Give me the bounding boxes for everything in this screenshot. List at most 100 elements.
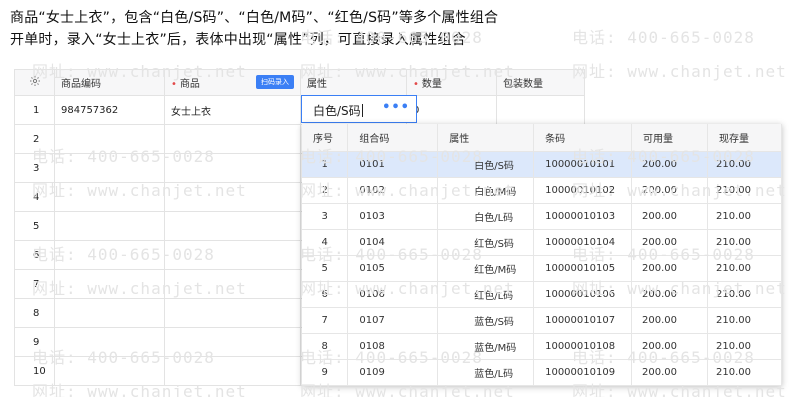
product-cell[interactable] [164,153,301,183]
attribute-option-row[interactable]: 6 0106 红色/L码 10000010106 200.00 210.00 [302,281,783,308]
product-cell[interactable] [164,269,301,299]
product-cell[interactable] [164,240,301,270]
more-options-icon[interactable]: ••• [382,100,410,115]
available-qty-cell: 200.00 [631,359,708,386]
seq-cell: 5 [302,255,349,282]
watermark: 电话: 400-665-0028 网址: www.chanjet.net [572,24,787,82]
stock-qty-cell: 210.00 [707,229,783,256]
seq-cell: 8 [302,333,349,360]
product-cell[interactable] [164,124,301,154]
product-code-cell[interactable] [54,182,165,212]
seq-cell: 1 [302,151,349,178]
row-number: 1 [14,95,55,125]
attribute-cell: 白色/S码 [437,151,535,178]
intro-line-1: 商品“女士上衣”，包含“白色/S码”、“白色/M码”、“红色/S码”等多个属性组… [10,10,499,26]
row-number: 5 [14,211,55,241]
product-code-cell[interactable] [54,269,165,299]
combo-code-cell: 0102 [347,177,439,204]
header-pack-quantity: 包装数量 [496,69,585,96]
stock-qty-cell: 210.00 [707,281,783,308]
available-qty-cell: 200.00 [631,177,708,204]
attribute-cell: 白色/M码 [437,177,535,204]
attribute-option-row[interactable]: 3 0103 白色/L码 10000010103 200.00 210.00 [302,203,783,230]
attribute-option-row[interactable]: 1 0101 白色/S码 10000010101 200.00 210.00 [302,151,783,178]
product-code-cell[interactable] [54,124,165,154]
barcode-cell: 10000010107 [533,307,633,334]
attribute-option-row[interactable]: 9 0109 蓝色/L码 10000010109 200.00 210.00 [302,359,783,386]
attribute-combination-table: 序号 组合码 属性 条码 可用量 现存量 1 0101 白色/S码 100000101… [302,124,783,386]
stock-qty-cell: 210.00 [707,359,783,386]
quantity-cell[interactable]: 0 [406,95,497,125]
attribute-option-row[interactable]: 5 0105 红色/M码 10000010105 200.00 210.00 [302,255,783,282]
product-code-cell[interactable] [54,356,165,386]
seq-cell: 3 [302,203,349,230]
pack-quantity-cell[interactable] [496,95,585,125]
header-product-code: 商品编码 [54,69,165,96]
product-cell[interactable] [164,298,301,328]
combo-code-cell: 0105 [347,255,439,282]
attribute-input-value: 白色/S码 [313,104,361,118]
barcode-cell: 10000010105 [533,255,633,282]
attribute-cell: 蓝色/M码 [437,333,535,360]
intro-line-2: 开单时，录入“女士上衣”后，表体中出现“属性”列，可直接录入属性组合 [10,32,466,48]
seq-cell: 6 [302,281,349,308]
product-cell[interactable] [164,211,301,241]
header-attribute: 属性 [300,69,407,96]
product-code-cell[interactable] [54,240,165,270]
combo-code-cell: 0106 [347,281,439,308]
available-qty-cell: 200.00 [631,203,708,230]
row-number: 4 [14,182,55,212]
attribute-option-row[interactable]: 7 0107 蓝色/S码 10000010107 200.00 210.00 [302,307,783,334]
available-qty-cell: 200.00 [631,281,708,308]
column-settings-button[interactable] [14,69,55,96]
header-quantity: • 数量 [406,69,497,96]
barcode-cell: 10000010106 [533,281,633,308]
barcode-cell: 10000010103 [533,203,633,230]
attribute-combination-dropdown: 序号 组合码 属性 条码 可用量 现存量 1 0101 白色/S码 100000101… [302,124,783,386]
product-cell[interactable] [164,327,301,357]
combo-code-cell: 0101 [347,151,439,178]
stock-qty-cell: 210.00 [707,255,783,282]
product-code-cell[interactable]: 984757362 [54,95,165,125]
product-code-cell[interactable] [54,298,165,328]
seq-cell: 2 [302,177,349,204]
attribute-option-row[interactable]: 8 0108 蓝色/M码 10000010108 200.00 210.00 [302,333,783,360]
attribute-option-row[interactable]: 4 0104 红色/S码 10000010104 200.00 210.00 [302,229,783,256]
attribute-cell: 蓝色/L码 [437,359,535,386]
attribute-input[interactable]: 白色/S码 ••• [301,95,417,123]
header-product-label: 商品 [179,79,200,90]
combo-code-cell: 0107 [347,307,439,334]
text-caret [361,104,363,117]
combo-code-cell: 0108 [347,333,439,360]
header-barcode: 条码 [533,124,633,152]
barcode-cell: 10000010108 [533,333,633,360]
attribute-cell: 红色/L码 [437,281,535,308]
row-number: 8 [14,298,55,328]
product-cell[interactable] [164,182,301,212]
scan-entry-button[interactable]: 扫码录入 [256,75,294,89]
available-qty-cell: 200.00 [631,151,708,178]
required-marker: • [171,79,177,90]
attribute-option-row[interactable]: 2 0102 白色/M码 10000010102 200.00 210.00 [302,177,783,204]
product-code-cell[interactable] [54,211,165,241]
header-quantity-label: 数量 [421,79,442,90]
row-number: 2 [14,124,55,154]
header-product: • 商品 扫码录入 [164,69,301,96]
combo-code-cell: 0109 [347,359,439,386]
combo-code-cell: 0103 [347,203,439,230]
row-number: 6 [14,240,55,270]
header-stock-qty: 现存量 [707,124,783,152]
product-cell[interactable]: 女士上衣 [164,95,301,125]
row-number: 7 [14,269,55,299]
attribute-cell: 红色/S码 [437,229,535,256]
header-attribute: 属性 [437,124,535,152]
product-code-cell[interactable] [54,153,165,183]
product-code-cell[interactable] [54,327,165,357]
product-cell[interactable] [164,356,301,386]
available-qty-cell: 200.00 [631,229,708,256]
watermark-site: 网址: www.chanjet.net [572,62,787,81]
header-available-qty: 可用量 [631,124,708,152]
barcode-cell: 10000010101 [533,151,633,178]
row-number: 9 [14,327,55,357]
seq-cell: 9 [302,359,349,386]
